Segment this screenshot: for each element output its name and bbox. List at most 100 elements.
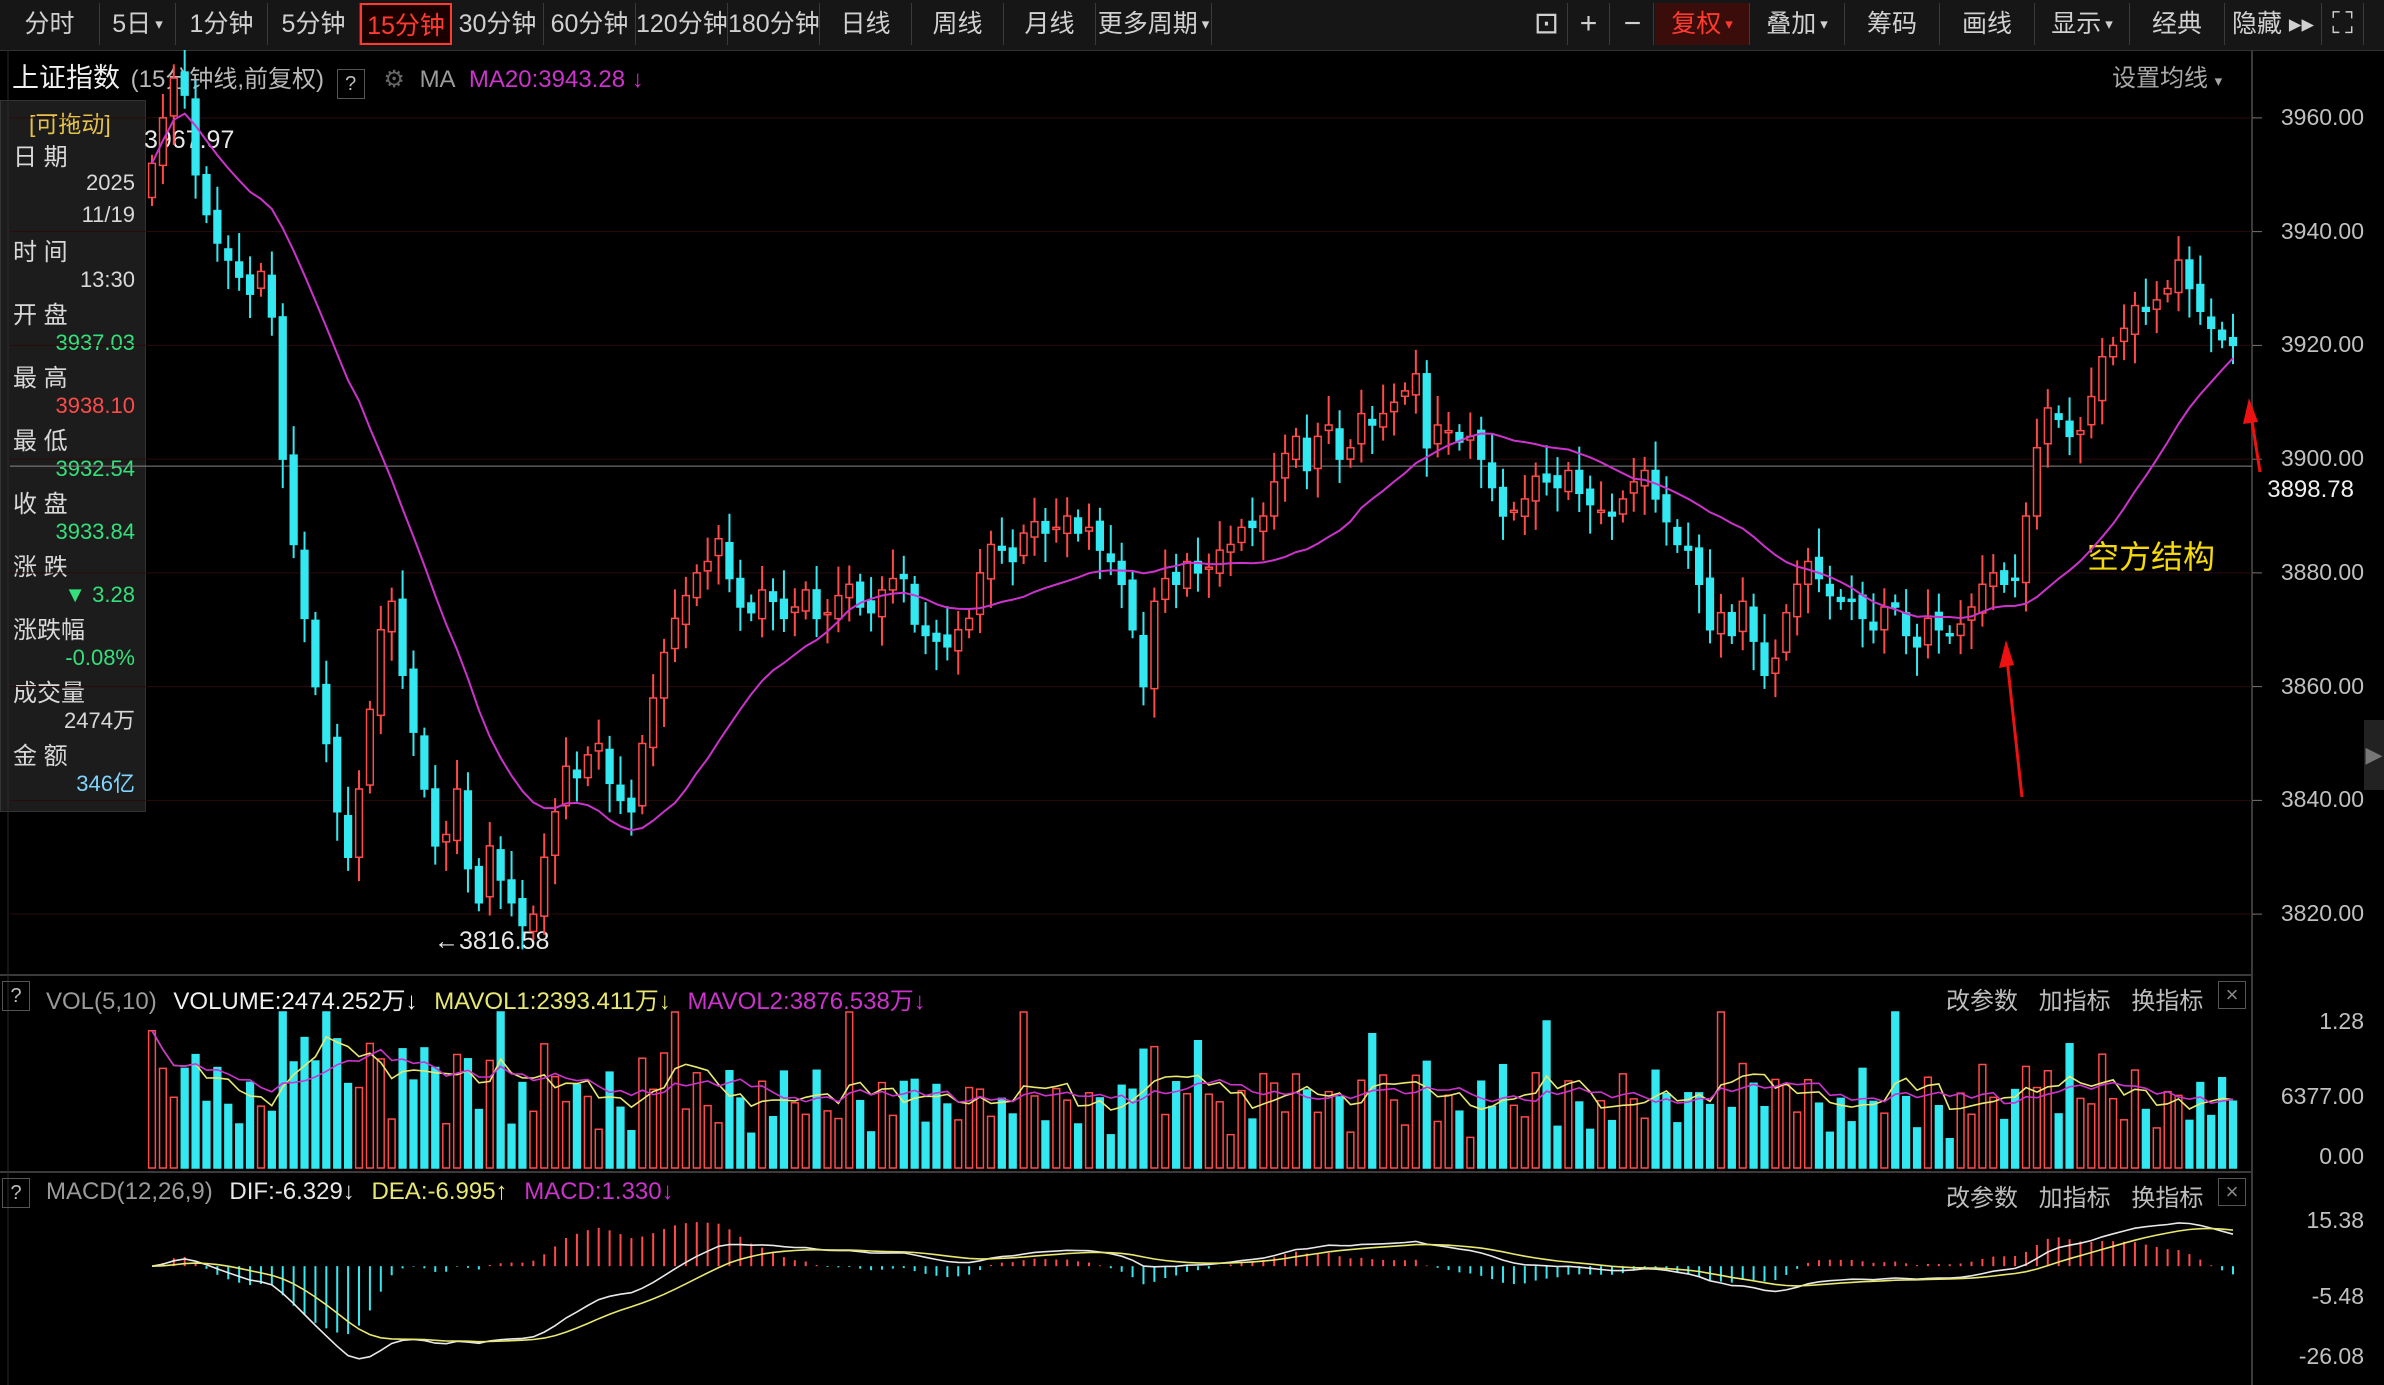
vol-close-icon[interactable]: ×	[2218, 981, 2246, 1009]
volume-bar	[1422, 1060, 1431, 1169]
candle-up	[649, 697, 658, 749]
period-tab-9[interactable]: 日线	[820, 3, 912, 45]
volume-bar	[1008, 1113, 1017, 1169]
chevron-down-icon: ▾	[155, 16, 163, 34]
candle-up	[1531, 475, 1540, 502]
macd-switch-indicator-link[interactable]: 换指标	[2131, 1185, 2203, 1212]
candle-up	[1923, 617, 1933, 646]
vol-help-button[interactable]: ?	[2, 981, 30, 1011]
candle-up	[540, 856, 549, 917]
candle-up	[1291, 435, 1301, 461]
candle-up	[376, 629, 385, 717]
vol-edit-params-link[interactable]: 改参数	[1946, 988, 2018, 1015]
candle-up	[1215, 549, 1224, 574]
candle-down	[1368, 418, 1377, 426]
period-tab-2[interactable]: 1分钟	[176, 3, 268, 45]
period-tab-7[interactable]: 120分钟	[636, 3, 728, 45]
candle-down	[267, 274, 276, 318]
macd-header: MACD(12,26,9) DIF:-6.329↓ DEA:-6.995↑ MA…	[46, 1178, 674, 1206]
volume-bar	[1586, 1128, 1595, 1169]
candle-down	[1825, 583, 1835, 597]
macd-help-button[interactable]: ?	[2, 1178, 30, 1208]
vol-switch-indicator-link[interactable]: 换指标	[2131, 988, 2203, 1015]
vol-add-indicator-link[interactable]: 加指标	[2039, 988, 2111, 1015]
candle-down	[1095, 520, 1105, 551]
volume-bar	[376, 1058, 385, 1169]
toolbar-button-3[interactable]: 画线	[1940, 3, 2035, 45]
candle-down	[202, 174, 211, 216]
expand-icon[interactable]: ⛶	[2322, 3, 2364, 45]
volume-bar	[1095, 1097, 1105, 1169]
volume-bar	[616, 1106, 625, 1169]
volume-bar	[365, 1042, 375, 1169]
volume-bar	[986, 1115, 996, 1169]
candle-down	[245, 274, 255, 295]
toolbar-button-2[interactable]: 筹码	[1845, 3, 1940, 45]
volume-bar	[975, 1088, 985, 1169]
period-tab-10[interactable]: 周线	[912, 3, 1004, 45]
toolbar-button-5[interactable]: 经典	[2130, 3, 2225, 45]
candle-down	[191, 98, 200, 176]
candle-down	[213, 209, 222, 244]
toolbar-button-0[interactable]: 复权 ▾	[1655, 3, 1750, 45]
candle-down	[627, 797, 636, 813]
annotation-arrow-head	[1999, 640, 2014, 668]
macd-label: MACD(12,26,9)	[46, 1178, 213, 1205]
candle-up	[2130, 304, 2140, 336]
period-tab-3[interactable]: 5分钟	[268, 3, 360, 45]
candle-up	[703, 560, 712, 572]
candle-up	[1346, 447, 1355, 460]
candle-up	[1716, 611, 1726, 635]
volume-bar	[1280, 1111, 1290, 1169]
dea-arrow: ↑	[495, 1178, 508, 1205]
macd-add-indicator-link[interactable]: 加指标	[2039, 1185, 2111, 1212]
side-expand-handle[interactable]: ▶	[2364, 720, 2384, 790]
period-tab-6[interactable]: 60分钟	[544, 3, 636, 45]
volume-bar	[910, 1078, 919, 1169]
macd-axis-top: 15.38	[2306, 1207, 2364, 1233]
period-tab-0[interactable]: 分时	[0, 3, 100, 45]
candle-up	[1150, 600, 1159, 690]
volume-bar	[583, 1095, 592, 1169]
volume-bar	[1389, 1099, 1399, 1169]
candle-down	[1814, 556, 1824, 580]
period-tab-5[interactable]: 30分钟	[452, 3, 544, 45]
toolbar-button-4[interactable]: 显示 ▾	[2035, 3, 2130, 45]
period-tab-1[interactable]: 5日 ▾	[100, 3, 176, 45]
zoom-in-icon[interactable]: +	[1568, 3, 1610, 45]
toolbar-button-6[interactable]: 隐藏 ▸▸	[2225, 3, 2322, 45]
volume-bar	[1542, 1020, 1551, 1169]
macd-edit-params-link[interactable]: 改参数	[1946, 1185, 2018, 1212]
volume-bar	[1771, 1078, 1780, 1169]
candle-up	[1379, 412, 1388, 428]
candle-up	[1978, 583, 1987, 614]
candle-down	[518, 898, 527, 927]
period-tab-8[interactable]: 180分钟	[728, 3, 820, 45]
volume-bar	[659, 1052, 669, 1169]
volume-bar	[431, 1066, 440, 1169]
volume-bar	[1651, 1069, 1660, 1169]
period-tab-4[interactable]: 15分钟	[360, 3, 452, 45]
volume-bar	[1520, 1116, 1529, 1169]
macd-close-icon[interactable]: ×	[2218, 1178, 2246, 1206]
volume-bar	[670, 1011, 680, 1169]
volume-bar	[1172, 1081, 1181, 1169]
candle-down	[921, 625, 930, 637]
candle-down	[1695, 547, 1704, 585]
volume-bar	[1226, 1133, 1235, 1169]
dif-arrow: ↓	[342, 1178, 355, 1205]
price-axis-label: 3960.00	[2280, 103, 2364, 130]
candle-up	[1509, 509, 1519, 514]
volume-bar	[1052, 1087, 1061, 1169]
vol-axis-mid: 6377.00	[2280, 1083, 2364, 1109]
candle-up	[1204, 566, 1213, 570]
period-tab-12[interactable]: 更多周期 ▾	[1096, 3, 1212, 45]
period-tab-11[interactable]: 月线	[1004, 3, 1096, 45]
price-axis-label: 3920.00	[2280, 331, 2364, 358]
volume-bar	[2087, 1103, 2096, 1169]
volume-bar	[398, 1048, 407, 1169]
lock-icon[interactable]: ⊡	[1526, 3, 1568, 45]
volume-bar	[1673, 1122, 1682, 1169]
zoom-out-icon[interactable]: −	[1612, 3, 1654, 45]
toolbar-button-1[interactable]: 叠加 ▾	[1750, 3, 1845, 45]
